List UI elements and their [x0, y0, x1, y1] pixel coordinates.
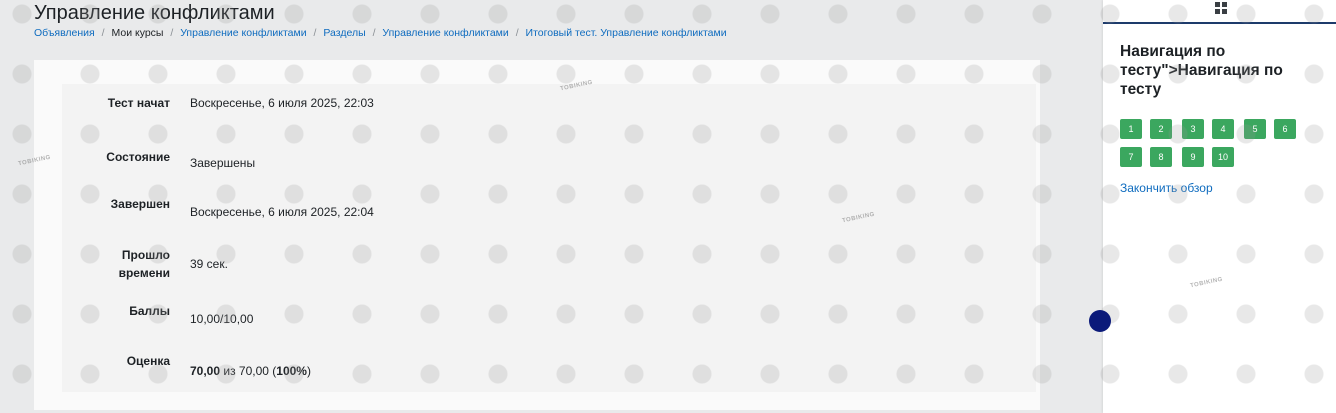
grade-percent: 100% [276, 364, 307, 378]
time-label-line-1: Прошло [121, 248, 170, 262]
question-button-3[interactable]: 3 [1182, 119, 1204, 139]
grade-label: Оценка [126, 354, 170, 368]
completed-label: Завершен [110, 197, 170, 211]
time-label: Прошло времени [60, 246, 170, 282]
question-button-4[interactable]: 4 [1212, 119, 1234, 139]
question-button-8[interactable]: 8 [1150, 147, 1172, 167]
completed-value: Воскресенье, 6 июля 2025, 22:04 [190, 205, 374, 219]
quiz-summary-table: Тест начат Воскресенье, 6 июля 2025, 22:… [62, 84, 1036, 392]
state-label: Состояние [106, 150, 170, 164]
grade-close: ) [306, 364, 311, 378]
question-button-6[interactable]: 6 [1274, 119, 1296, 139]
breadcrumb-separator: / [313, 27, 317, 39]
breadcrumb-item-sections[interactable]: Разделы [323, 27, 365, 39]
breadcrumb-separator: / [515, 27, 519, 39]
breadcrumb-separator: / [101, 27, 105, 39]
started-label: Тест начат [107, 96, 170, 110]
time-label-line-2: времени [118, 266, 170, 280]
question-button-5[interactable]: 5 [1244, 119, 1266, 139]
page-title: Управление конфликтами [34, 2, 275, 24]
marks-label: Баллы [129, 304, 170, 318]
breadcrumb: Объявления / Мои курсы / Управление конф… [34, 27, 727, 39]
drawer-toggle-button[interactable] [1089, 310, 1111, 332]
question-button-1[interactable]: 1 [1120, 119, 1142, 139]
breadcrumb-separator: / [372, 27, 376, 39]
state-value: Завершены [190, 156, 256, 170]
question-button-10[interactable]: 10 [1212, 147, 1234, 167]
grade-value: 70,00 из 70,00 (100%) [190, 362, 311, 380]
grade-score: 70,00 [190, 364, 221, 378]
breadcrumb-item-announcements[interactable]: Объявления [34, 27, 95, 39]
breadcrumb-item-quiz[interactable]: Итоговый тест. Управление конфликтами [526, 27, 727, 39]
quiz-navigation-drawer: Навигация по тесту">Навигация по тесту 1… [1103, 0, 1336, 413]
question-button-7[interactable]: 7 [1120, 147, 1142, 167]
question-button-2[interactable]: 2 [1150, 119, 1172, 139]
time-value: 39 сек. [190, 257, 228, 271]
quiz-summary-card: Тест начат Воскресенье, 6 июля 2025, 22:… [34, 60, 1040, 410]
question-button-9[interactable]: 9 [1182, 147, 1204, 167]
drawer-header [1103, 0, 1336, 24]
breadcrumb-item-course[interactable]: Управление конфликтами [180, 27, 306, 39]
grid-icon[interactable] [1215, 2, 1227, 14]
grade-of: из 70,00 ( [223, 364, 277, 378]
quiz-navigation-title: Навигация по тесту">Навигация по тесту [1120, 43, 1283, 98]
started-value: Воскресенье, 6 июля 2025, 22:03 [190, 96, 374, 110]
marks-value: 10,00/10,00 [190, 312, 254, 326]
breadcrumb-separator: / [170, 27, 174, 39]
main-region: Управление конфликтами Объявления / Мои … [0, 0, 1100, 413]
breadcrumb-item-my-courses: Мои курсы [111, 27, 164, 39]
breadcrumb-item-section[interactable]: Управление конфликтами [382, 27, 508, 39]
finish-review-link[interactable]: Закончить обзор [1120, 181, 1213, 195]
